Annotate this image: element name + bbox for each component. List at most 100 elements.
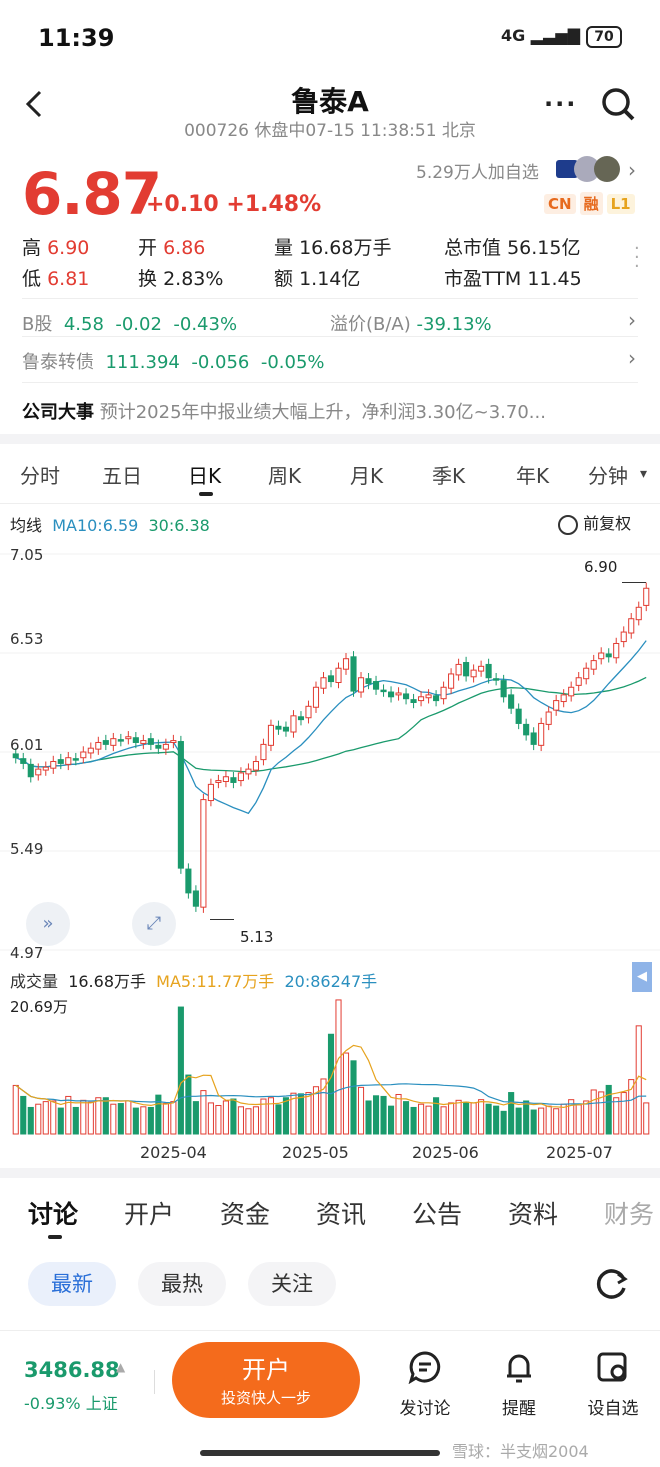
stat-amount: 额 1.14亿 <box>274 264 360 291</box>
volume-bar <box>448 1102 455 1135</box>
volume-bar <box>628 1079 635 1135</box>
tab-funds[interactable]: 资金 <box>220 1195 270 1231</box>
vol-ma20: 20:86247手 <box>284 972 378 991</box>
volume-bar <box>87 1101 94 1135</box>
tab-monthly-k[interactable]: 月K <box>350 460 383 489</box>
filter-latest[interactable]: 最新 <box>28 1262 116 1306</box>
watermark: 雪球：半支烟2004 <box>452 1442 589 1461</box>
fullscreen-icon[interactable]: ⤢ <box>132 902 176 946</box>
bond-row[interactable]: 鲁泰转债 111.394 -0.056 -0.05% <box>22 348 325 374</box>
tab-minute[interactable]: 分钟 <box>588 460 628 489</box>
volume-bar <box>470 1102 477 1135</box>
adjust-toggle[interactable]: 前复权 <box>558 510 631 535</box>
volume-bar <box>102 1097 109 1135</box>
candle <box>252 761 259 771</box>
tab-announcements[interactable]: 公告 <box>412 1195 462 1231</box>
expand-sidebar-icon[interactable]: » <box>26 902 70 946</box>
open-account-button[interactable]: 开户 投资快人一步 <box>172 1342 360 1418</box>
tab-news[interactable]: 资讯 <box>316 1195 366 1231</box>
tab-finance[interactable]: 财务 <box>604 1195 660 1231</box>
volume-bar <box>395 1093 402 1135</box>
tab-5day[interactable]: 五日 <box>102 460 142 489</box>
tab-weekly-k[interactable]: 周K <box>268 460 301 489</box>
volume-bar <box>155 1094 162 1135</box>
tab-account[interactable]: 开户 <box>124 1195 174 1231</box>
candle <box>448 673 455 689</box>
premium-row[interactable]: 溢价(B/A) -39.13% <box>330 310 492 336</box>
volume-bar <box>583 1100 590 1135</box>
expand-dots-icon[interactable]: · · · <box>634 240 640 276</box>
y-tick: 5.49 <box>10 840 44 858</box>
cta-main: 开户 <box>242 1356 290 1384</box>
volume-bar <box>342 1052 350 1135</box>
add-watchlist-label[interactable]: 设自选 <box>578 1394 648 1419</box>
post-discussion-label[interactable]: 发讨论 <box>390 1394 460 1419</box>
index-value[interactable]: 3486.88 <box>24 1358 120 1382</box>
volume-bar <box>553 1108 560 1135</box>
volume-bar <box>207 1102 214 1135</box>
candle <box>418 696 425 702</box>
tab-daily-k[interactable]: 日K <box>188 460 221 489</box>
candle <box>177 741 184 869</box>
status-bar: 11:39 4G ▂▃▅▇ 70 <box>0 0 660 72</box>
more-icon[interactable]: ··· <box>544 90 577 118</box>
margin-badge: 融 <box>579 192 603 215</box>
candle <box>508 694 515 709</box>
candle <box>590 660 597 670</box>
search-icon[interactable] <box>600 86 636 122</box>
filter-hot[interactable]: 最热 <box>138 1262 226 1306</box>
tab-quarterly-k[interactable]: 季K <box>432 460 465 489</box>
tab-yearly-k[interactable]: 年K <box>516 460 549 489</box>
volume-bar <box>493 1105 500 1135</box>
volume-bar <box>42 1101 49 1135</box>
chevron-right-icon[interactable]: › <box>628 308 636 332</box>
collapse-arrow-icon[interactable]: ◀ <box>632 962 652 992</box>
chevron-right-icon[interactable]: › <box>628 158 636 182</box>
active-tab-indicator <box>48 1235 62 1239</box>
alert-label[interactable]: 提醒 <box>484 1394 554 1419</box>
volume-bar <box>222 1100 229 1135</box>
filter-following[interactable]: 关注 <box>248 1262 336 1306</box>
candlestick-chart[interactable] <box>0 540 660 960</box>
volume-bar <box>463 1101 470 1135</box>
candle <box>463 662 470 677</box>
x-tick: 2025-07 <box>546 1143 613 1162</box>
stat-open: 开 6.86 <box>138 233 205 260</box>
chat-bubble-icon[interactable] <box>408 1350 442 1384</box>
tab-discussion[interactable]: 讨论 <box>28 1195 78 1231</box>
chevron-right-icon[interactable]: › <box>628 346 636 370</box>
bshare-change: -0.02 <box>115 314 162 335</box>
candle <box>350 656 357 692</box>
tab-profile[interactable]: 资料 <box>508 1195 558 1231</box>
avatar <box>594 156 620 182</box>
volume-chart <box>12 999 650 1135</box>
candle <box>560 694 567 703</box>
index-change: -0.93% 上证 <box>24 1394 118 1413</box>
candle <box>425 694 432 699</box>
b-share-row[interactable]: B股 4.58 -0.02 -0.43% <box>22 310 237 336</box>
change-value: +0.10 <box>146 192 219 217</box>
pe-value: 11.45 <box>527 268 582 290</box>
refresh-icon[interactable] <box>594 1266 630 1302</box>
add-watchlist-icon[interactable] <box>596 1350 630 1384</box>
volume-bar <box>20 1095 27 1135</box>
y-tick: 6.53 <box>10 630 44 648</box>
premium-value: -39.13% <box>416 314 492 335</box>
follower-count[interactable]: 5.29万人加自选 <box>416 158 539 183</box>
volume-bar <box>132 1107 139 1135</box>
ma-label: 均线 <box>10 516 43 535</box>
candle <box>245 768 252 775</box>
chevron-down-icon[interactable]: ▾ <box>640 466 647 482</box>
candle <box>222 776 229 783</box>
volume-bar <box>613 1097 620 1135</box>
bell-icon[interactable] <box>502 1350 536 1384</box>
candle <box>125 736 132 740</box>
candle <box>583 667 590 680</box>
stat-volume: 量 16.68万手 <box>274 233 391 260</box>
bond-change: -0.056 <box>191 352 250 373</box>
tab-intraday[interactable]: 分时 <box>20 460 60 489</box>
candle <box>575 677 582 686</box>
company-event-row[interactable]: 公司大事 预计2025年中报业绩大幅上升，净利润3.30亿~3.70... <box>22 398 546 424</box>
candle <box>387 691 395 698</box>
y-tick: 6.01 <box>10 736 44 754</box>
